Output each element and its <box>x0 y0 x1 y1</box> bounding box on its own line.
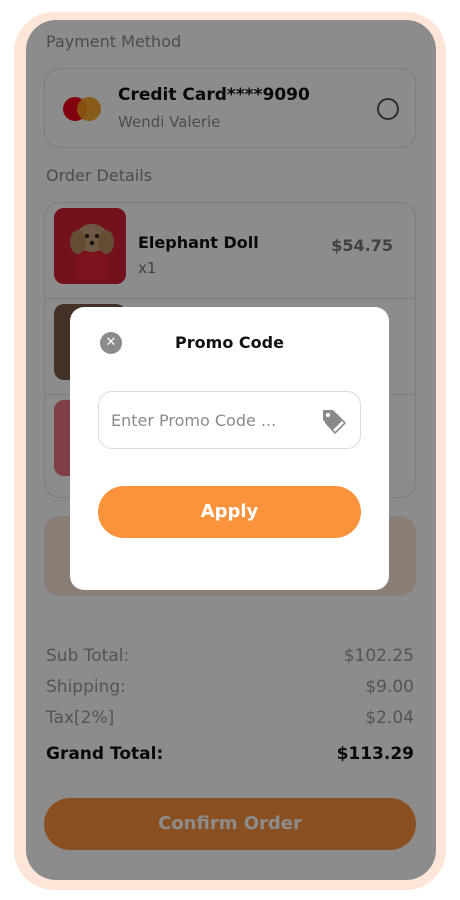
promo-code-input[interactable] <box>111 406 316 434</box>
promo-code-dialog: ✕ Promo Code Apply <box>70 307 389 590</box>
apply-button[interactable]: Apply <box>98 486 361 538</box>
promo-code-field[interactable] <box>98 391 361 449</box>
tag-icon <box>323 410 346 435</box>
dialog-title: Promo Code <box>175 333 284 352</box>
